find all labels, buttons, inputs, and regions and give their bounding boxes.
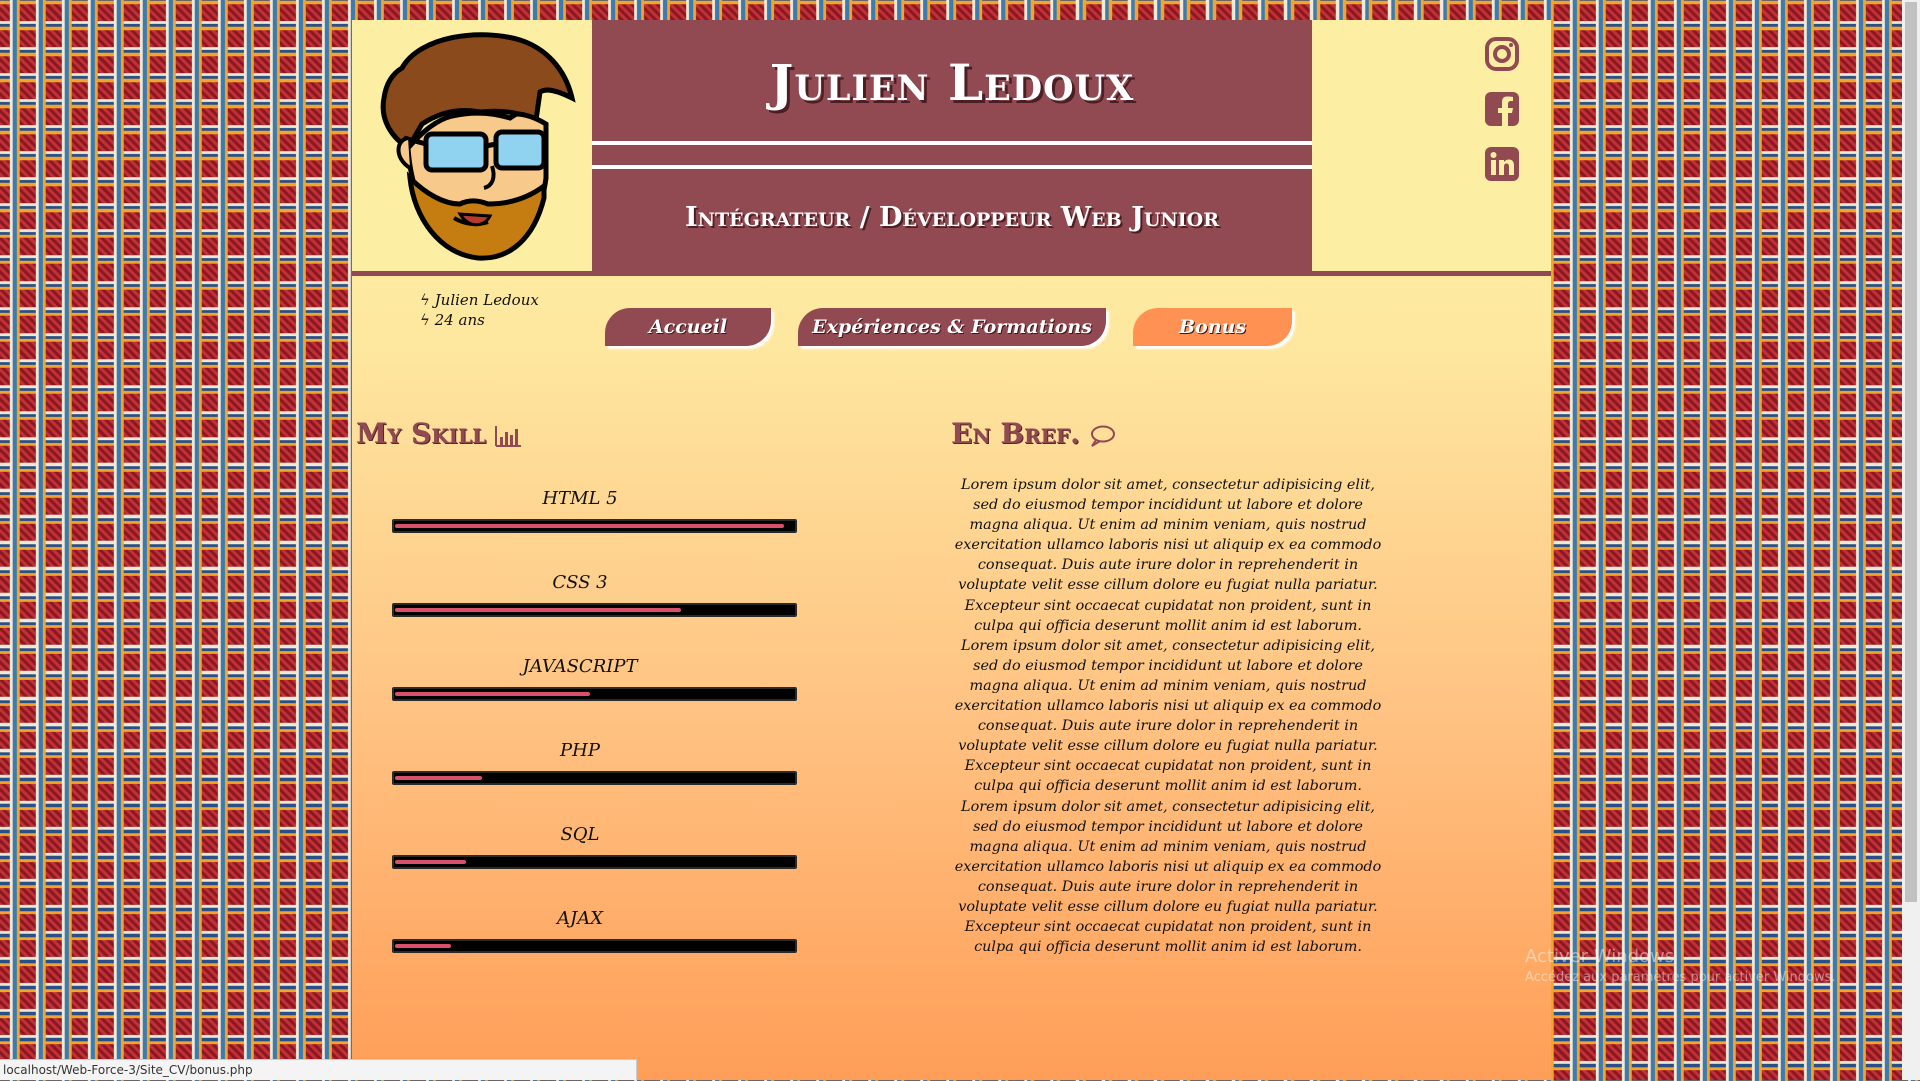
browser-status-bar: localhost/Web-Force-3/Site_CV/bonus.php [0,1059,637,1080]
scrollbar-thumb[interactable] [1905,2,1917,902]
nav-experiences-formations[interactable]: Expériences & Formations [798,308,1106,346]
skill-bar-fill [395,944,451,948]
speech-bubble-icon [1090,425,1115,447]
personal-info: ϟ Julien Ledoux ϟ 24 ans [420,290,539,330]
windows-activation-watermark: Activer Windows Accédez aux paramètres p… [1525,946,1836,985]
job-title: Intégrateur / Développeur Web Junior [684,202,1220,233]
cartoon-avatar [380,32,576,261]
page-title: Julien Ledoux [769,53,1135,112]
linkedin-icon[interactable] [1484,146,1520,182]
skill-bar-fill [395,608,681,612]
bref-heading: En Bref. [951,417,1116,450]
skill-bar-fill [395,692,590,696]
title-block: Julien Ledoux Intégrateur / Développeur … [592,20,1312,271]
skill-bar [392,771,797,785]
skill-bar [392,855,797,869]
instagram-icon[interactable] [1484,36,1520,72]
info-name: ϟ Julien Ledoux [420,291,539,309]
title-divider [592,141,1312,145]
skill-label: SQL [560,824,600,845]
nav-bonus[interactable]: Bonus [1133,308,1292,346]
skill-label: HTML 5 [542,488,618,509]
skills-heading: My Skill [356,417,522,450]
skill-bar [392,519,797,533]
vertical-scrollbar[interactable] [1902,0,1920,1080]
skill-bar [392,687,797,701]
info-age: ϟ 24 ans [420,311,485,329]
title-divider [592,165,1312,169]
watermark-title: Activer Windows [1525,946,1675,967]
skills-title: My Skill [356,417,487,450]
skill-label: JAVASCRIPT [522,656,638,677]
header: Julien Ledoux Intégrateur / Développeur … [352,20,1551,276]
bref-paragraph: Lorem ipsum dolor sit amet, consectetur … [954,477,1382,956]
skill-label: AJAX [556,908,604,929]
skill-label: PHP [560,740,600,761]
bar-chart-icon [495,425,522,447]
bref-title: En Bref. [951,417,1080,450]
watermark-subtitle: Accédez aux paramètres pour activer Wind… [1525,970,1836,985]
skill-bar [392,603,797,617]
cv-page: Julien Ledoux Intégrateur / Développeur … [352,20,1551,1080]
skill-label: CSS 3 [552,572,608,593]
skill-bar-fill [395,524,784,528]
skill-bar-fill [395,860,466,864]
facebook-icon[interactable] [1484,91,1520,127]
skill-bar-fill [395,776,482,780]
nav-accueil[interactable]: Accueil [605,308,771,346]
skill-bar [392,939,797,953]
